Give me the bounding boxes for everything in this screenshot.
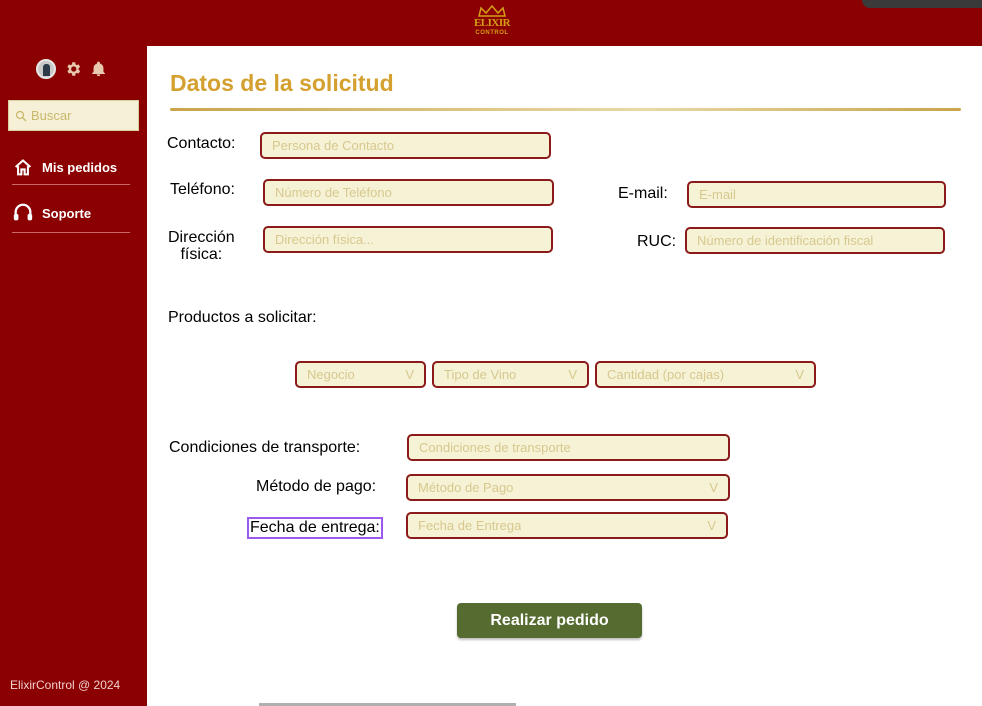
brand-logo: ELIXIR CONTROL (471, 5, 513, 43)
wine-type-placeholder: Tipo de Vino (444, 367, 517, 382)
quantity-select[interactable]: Cantidad (por cajas) V (595, 361, 816, 388)
phone-placeholder: Número de Teléfono (275, 185, 392, 200)
gear-icon[interactable] (64, 60, 82, 78)
ruc-label: RUC: (637, 233, 677, 250)
sidebar-icons (36, 59, 107, 79)
ruc-field[interactable]: Número de identificación fiscal (685, 227, 945, 254)
search-placeholder: Buscar (31, 108, 72, 123)
submit-order-button[interactable]: Realizar pedido (457, 603, 642, 638)
avatar[interactable] (36, 59, 56, 79)
page-title: Datos de la solicitud (170, 70, 394, 96)
sidebar-item-mis-pedidos[interactable]: Mis pedidos (12, 158, 130, 185)
transport-label: Condiciones de transporte: (169, 439, 361, 456)
contact-field[interactable]: Persona de Contacto (260, 132, 551, 159)
chevron-down-icon: V (795, 367, 804, 382)
sidebar-item-label: Soporte (42, 205, 92, 221)
brand-subtitle: CONTROL (475, 30, 509, 36)
address-label-line1: Dirección (168, 229, 235, 246)
search-input[interactable]: Buscar (8, 100, 139, 131)
transport-field[interactable]: Condiciones de transporte (407, 434, 730, 461)
quantity-placeholder: Cantidad (por cajas) (607, 367, 725, 382)
email-label: E-mail: (618, 185, 668, 202)
phone-field[interactable]: Número de Teléfono (263, 179, 554, 206)
business-select[interactable]: Negocio V (295, 361, 426, 388)
address-label: Dirección física: (168, 229, 235, 263)
sidebar-item-label: Mis pedidos (42, 159, 118, 175)
contact-placeholder: Persona de Contacto (272, 138, 395, 153)
payment-placeholder: Método de Pago (418, 480, 514, 495)
delivery-date-select[interactable]: Fecha de Entrega V (406, 512, 728, 539)
delivery-date-label: Fecha de entrega: (247, 517, 383, 539)
payment-select[interactable]: Método de Pago V (406, 474, 730, 501)
products-label: Productos a solicitar: (168, 309, 317, 326)
address-field[interactable]: Dirección física... (263, 226, 553, 253)
business-placeholder: Negocio (307, 367, 355, 382)
chevron-down-icon: V (709, 480, 718, 495)
bell-icon[interactable] (90, 60, 107, 78)
order-form: Datos de la solicitud Contacto: Persona … (147, 46, 982, 706)
home-icon (14, 159, 32, 176)
sidebar-item-soporte[interactable]: Soporte (12, 202, 130, 233)
title-divider (170, 108, 961, 111)
chevron-down-icon: V (405, 367, 414, 382)
phone-label: Teléfono: (170, 181, 235, 198)
footer-copyright: ElixirControl @ 2024 (10, 678, 121, 692)
top-bar: ELIXIR CONTROL (0, 0, 982, 46)
ruc-placeholder: Número de identificación fiscal (697, 233, 874, 248)
brand-name: ELIXIR (473, 17, 511, 29)
delivery-date-placeholder: Fecha de Entrega (418, 518, 522, 533)
crown-icon (478, 5, 506, 17)
transport-placeholder: Condiciones de transporte (419, 440, 571, 455)
payment-label: Método de pago: (256, 478, 377, 495)
chevron-down-icon: V (568, 367, 577, 382)
email-field[interactable]: E-mail (687, 181, 946, 208)
wine-type-select[interactable]: Tipo de Vino V (432, 361, 589, 388)
address-label-line2: física: (180, 246, 223, 263)
headset-icon (13, 203, 33, 221)
email-placeholder: E-mail (699, 187, 736, 202)
contact-label: Contacto: (167, 135, 236, 152)
sidebar: Buscar Mis pedidos Soporte ElixirControl… (0, 46, 147, 706)
address-placeholder: Dirección física... (275, 232, 374, 247)
search-icon (15, 110, 27, 121)
window-edge (862, 0, 982, 8)
chevron-down-icon: V (707, 518, 716, 533)
